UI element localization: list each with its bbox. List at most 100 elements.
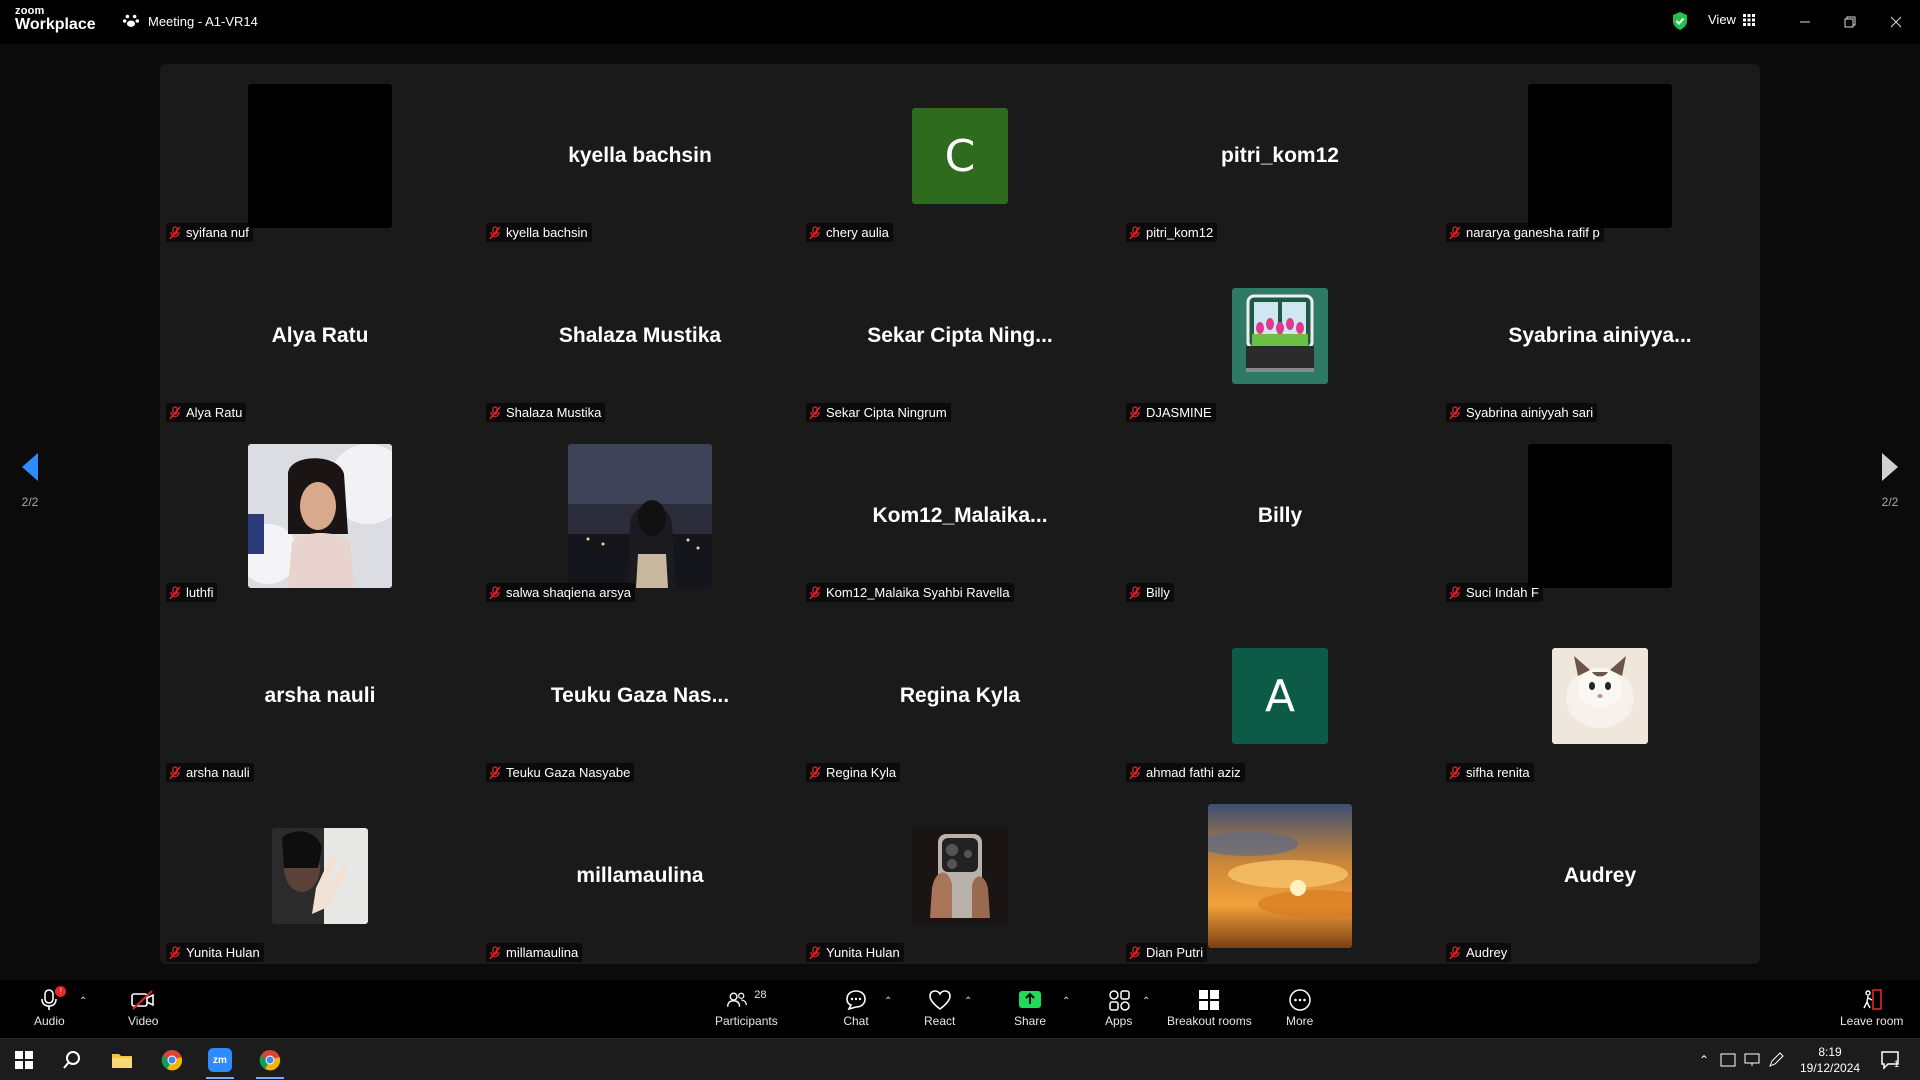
apps-button[interactable]: Apps [1105,986,1132,1028]
meeting-toolbar: ! Audio ⌃ Video 28 Participants Chat ⌃ R… [0,980,1920,1038]
participant-tile[interactable]: Aahmad fathi aziz [1120,604,1440,784]
leave-room-button[interactable]: Leave room [1840,986,1903,1028]
participant-tile[interactable]: arsha nauli arsha nauli [160,604,480,784]
page-indicator-right: 2/2 [1881,495,1899,509]
participant-tile[interactable]: DJASMINE [1120,244,1440,424]
participant-name: Billy [1146,585,1170,600]
microphone-muted-icon [488,225,502,240]
tray-overflow-button[interactable]: ⌃ [1692,1045,1716,1075]
microphone-muted-icon [1448,945,1462,960]
participant-tile[interactable]: luthfi [160,424,480,604]
participant-name: Yunita Hulan [186,945,260,960]
view-button[interactable]: View [1708,12,1755,27]
start-button[interactable] [4,1045,44,1075]
participant-tile[interactable]: Audrey Audrey [1440,784,1760,964]
more-button[interactable]: More [1286,986,1313,1028]
audio-button[interactable]: ! Audio [34,986,67,1028]
participant-name: chery aulia [826,225,889,240]
participants-label: Participants [715,1014,778,1028]
participant-name-label: ahmad fathi aziz [1126,763,1245,782]
restore-button[interactable] [1838,10,1862,34]
clock-date: 19/12/2024 [1800,1061,1861,1075]
participant-tile[interactable]: Suci Indah F [1440,424,1760,604]
notification-center-button[interactable]: 1 [1870,1045,1910,1075]
participant-name: Dian Putri [1146,945,1204,960]
network-button[interactable] [1740,1045,1764,1075]
participant-tile[interactable]: Dian Putri [1120,784,1440,964]
participant-tile[interactable]: Alya Ratu Alya Ratu [160,244,480,424]
share-screen-icon [1019,991,1042,1008]
participant-name-label: Yunita Hulan [806,943,904,962]
participant-name: salwa shaqiena arsya [506,585,632,600]
restore-icon [1844,16,1856,28]
participant-name-label: Teuku Gaza Nasyabe [486,763,635,782]
windows-taskbar: zm ⌃ 8:19 19/12/2024 1 [0,1038,1920,1080]
participant-tile[interactable]: Yunita Hulan [800,784,1120,964]
participant-display-name: pitri_kom12 [1221,144,1339,167]
participant-tile[interactable]: syifana nuf [160,64,480,244]
participant-name: Audrey [1466,945,1508,960]
chrome-button[interactable] [152,1045,192,1075]
participant-tile[interactable]: Syabrina ainiyya... Syabrina ainiyyah sar… [1440,244,1760,424]
tray-app-icon [1720,1053,1736,1067]
participant-tile[interactable]: Kom12_Malaika... Kom12_Malaika Syahbi Rav… [800,424,1120,604]
participant-name: sifha renita [1466,765,1530,780]
pen-icon [1769,1052,1784,1067]
system-clock[interactable]: 8:19 19/12/2024 [1800,1044,1860,1076]
audio-options-chevron-icon[interactable]: ⌃ [79,996,87,1007]
zoom-taskbar-button[interactable]: zm [200,1045,240,1079]
meeting-title-text: Meeting - A1-VR14 [148,13,258,29]
minimize-button[interactable] [1793,10,1817,34]
breakout-rooms-button[interactable]: Breakout rooms [1167,986,1252,1028]
participants-button[interactable]: 28 Participants [715,986,778,1028]
apps-options-chevron-icon[interactable]: ⌃ [1142,996,1150,1007]
gallery-grid: syifana nuf kyella bachsin kyella bachsin C… [160,64,1760,964]
participant-tile[interactable]: kyella bachsin kyella bachsin [480,64,800,244]
participant-tile[interactable]: sifha renita [1440,604,1760,784]
participant-tile[interactable]: Regina Kyla Regina Kyla [800,604,1120,784]
participant-name: Alya Ratu [186,405,243,420]
previous-page-button[interactable]: 2/2 [10,453,50,509]
close-icon [1890,16,1902,28]
microphone-muted-icon [1128,585,1142,600]
next-page-button[interactable]: 2/2 [1870,453,1910,509]
share-options-chevron-icon[interactable]: ⌃ [1062,996,1070,1007]
chat-options-chevron-icon[interactable]: ⌃ [884,996,892,1007]
participant-display-name: Audrey [1563,864,1637,887]
pen-button[interactable] [1764,1045,1788,1075]
video-button[interactable]: Video [128,986,158,1028]
left-arrow-icon [22,453,38,481]
chat-button[interactable]: Chat [843,986,869,1028]
close-button[interactable] [1884,10,1908,34]
file-explorer-button[interactable] [102,1045,142,1075]
chrome-active-button[interactable] [250,1045,290,1079]
participant-tile[interactable]: Shalaza Mustika Shalaza Mustika [480,244,800,424]
participant-name-label: Sekar Cipta Ningrum [806,403,951,422]
participant-tile[interactable]: salwa shaqiena arsya [480,424,800,604]
participant-name-label: Billy [1126,583,1174,602]
participant-name-label: Regina Kyla [806,763,901,782]
participant-tile[interactable]: millamaulina millamaulina [480,784,800,964]
react-button[interactable]: React [924,986,955,1028]
participant-tile[interactable]: pitri_kom12 pitri_kom12 [1120,64,1440,244]
participant-tile[interactable]: Yunita Hulan [160,784,480,964]
participant-name-label: Syabrina ainiyyah sari [1446,403,1598,422]
search-button[interactable] [52,1045,92,1075]
share-button[interactable]: Share [1014,986,1046,1028]
microphone-muted-icon [1128,945,1142,960]
more-label: More [1286,1014,1314,1028]
zoom-app-icon: zm [208,1048,232,1072]
participant-tile[interactable]: Billy Billy [1120,424,1440,604]
participant-tile[interactable]: nararya ganesha rafif p [1440,64,1760,244]
encryption-shield-icon[interactable] [1671,11,1689,31]
react-options-chevron-icon[interactable]: ⌃ [964,996,972,1007]
tray-app-button[interactable] [1716,1045,1740,1075]
participant-name: Syabrina ainiyyah sari [1466,405,1594,420]
participant-display-name: Sekar Cipta Ning... [867,324,1053,347]
microphone-muted-icon [168,765,182,780]
microphone-muted-icon [1448,765,1462,780]
participant-tile[interactable]: Sekar Cipta Ning... Sekar Cipta Ningrum [800,244,1120,424]
participant-tile[interactable]: Cchery aulia [800,64,1120,244]
participant-tile[interactable]: Teuku Gaza Nas... Teuku Gaza Nasyabe [480,604,800,784]
participant-profile-picture [1208,804,1352,948]
